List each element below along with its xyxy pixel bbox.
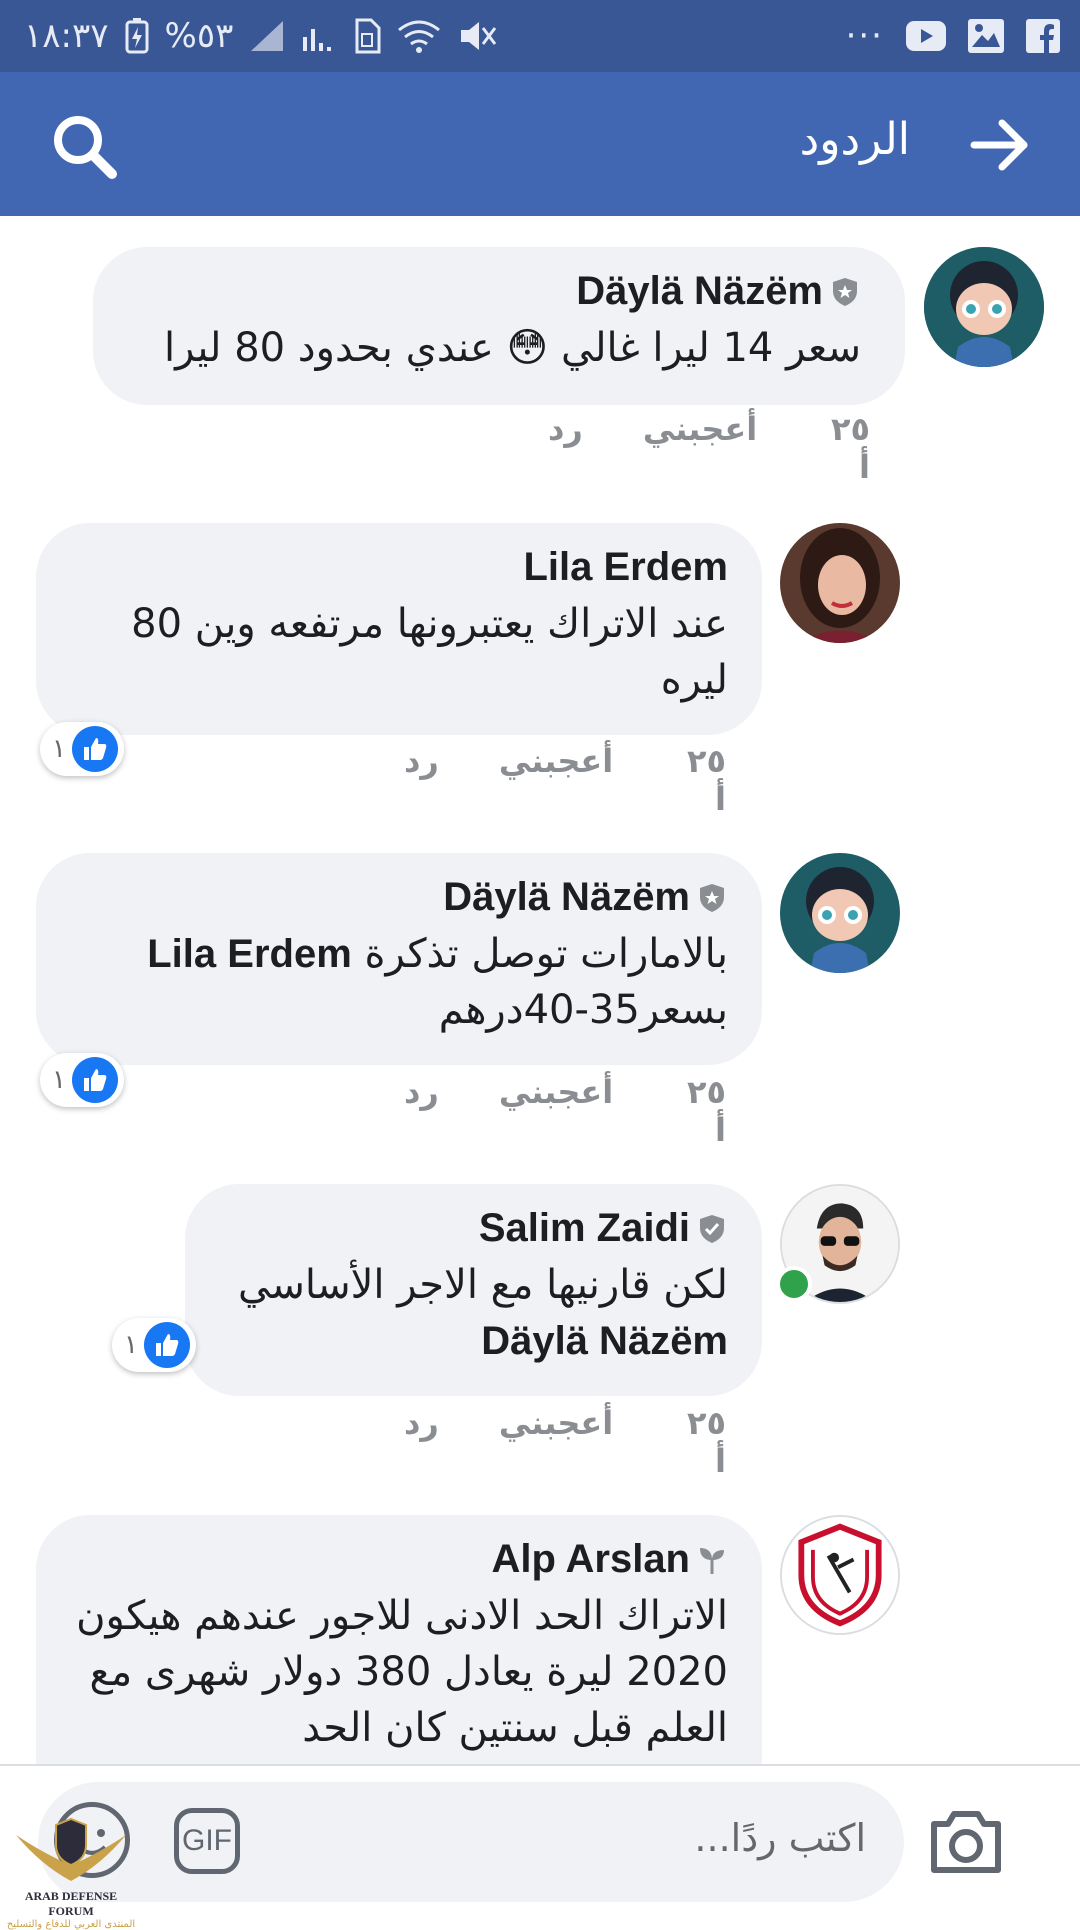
page-title: الردود	[799, 114, 910, 165]
author-name: Alp Arslan	[491, 1537, 690, 1581]
more-dots-icon: ···	[845, 16, 884, 56]
comment-time: ٢٥ أ	[686, 742, 726, 818]
avatar[interactable]	[924, 247, 1044, 367]
battery-percent: %٥٣	[164, 16, 234, 56]
gallery-icon	[968, 19, 1004, 53]
shield-check-icon	[700, 1214, 724, 1243]
forum-watermark: ARAB DEFENSE FORUM المنتدى العربي للدفاع…	[6, 1815, 136, 1930]
comment-author[interactable]: Lila Erdem	[70, 545, 728, 590]
thumbs-up-icon	[71, 1057, 118, 1103]
thumbs-up-icon	[71, 726, 118, 772]
comment-text: سعر 14 ليرا غالي 😳 عندي بحدود 80 ليرا	[164, 325, 861, 371]
author-name: Salim Zaidi	[478, 1206, 690, 1250]
status-left: ١٨:٣٧ %٥٣	[24, 12, 497, 60]
reaction-badge[interactable]: ١	[112, 1318, 196, 1372]
avatar[interactable]	[780, 523, 900, 643]
comment-author[interactable]: Alp Arslan	[70, 1537, 728, 1582]
zamalek-logo-image	[782, 1517, 898, 1633]
sim-icon	[355, 18, 381, 54]
reaction-count: ١	[52, 1065, 66, 1095]
comment-text-line2: بسعر35-40درهم	[438, 987, 728, 1033]
like-link[interactable]: أعجبني	[643, 410, 757, 486]
watermark-text-ar: المنتدى العربي للدفاع والتسليح	[6, 1919, 136, 1930]
avatar[interactable]	[780, 1515, 900, 1635]
comment-actions: ٢٥ أ أعجبني رد	[404, 742, 726, 818]
reply-link[interactable]: رد	[404, 1073, 439, 1149]
status-time: ١٨:٣٧	[24, 16, 109, 56]
status-right: ···	[846, 12, 1060, 60]
comment-actions: ٢٥ أ أعجبني رد	[548, 410, 870, 486]
reply-composer[interactable]: GIF اكتب ردًا...	[38, 1782, 904, 1902]
comment-time: ٢٥ أ	[686, 1073, 726, 1149]
signal-icon	[251, 21, 284, 51]
comment-text: الاتراك الحد الادنى للاجور عندهم هيكون 2…	[76, 1593, 728, 1751]
comment-author[interactable]: Salim Zaidi	[219, 1206, 728, 1251]
reply-input-placeholder[interactable]: اكتب ردًا...	[694, 1816, 866, 1860]
avatar-doll-image	[780, 853, 900, 973]
mute-icon	[461, 22, 497, 50]
forum-logo-emblem	[16, 1817, 126, 1881]
back-arrow-icon[interactable]	[970, 118, 1030, 172]
comment-text: عند الاتراك يعتبرونها مرتفعه وين 80 ليره	[131, 601, 728, 703]
author-name: Lila Erdem	[523, 545, 728, 589]
reply-link[interactable]: رد	[404, 1404, 439, 1480]
wifi-icon	[398, 20, 441, 53]
shield-star-icon	[700, 883, 724, 912]
comment-text: لكن قارنيها مع الاجر الأساسي Däylä Näzëm	[219, 1257, 728, 1369]
top-toolbar: الردود	[0, 72, 1080, 216]
comment-time: ٢٥ أ	[830, 410, 870, 486]
status-bar: ١٨:٣٧ %٥٣ ···	[0, 0, 1080, 72]
like-link[interactable]: أعجبني	[499, 1073, 613, 1149]
comment-author[interactable]: Däylä Näzëm	[137, 269, 861, 314]
reaction-badge[interactable]: ١	[40, 1053, 124, 1107]
comment-time: ٢٥ أ	[686, 1404, 726, 1480]
author-name: Däylä Näzëm	[576, 269, 823, 313]
reply-link[interactable]: رد	[404, 742, 439, 818]
watermark-text: ARAB DEFENSE FORUM	[24, 1889, 118, 1918]
signal-bars-icon	[303, 29, 332, 51]
search-icon[interactable]	[50, 112, 120, 182]
avatar-woman-image	[780, 523, 900, 643]
comment-bubble[interactable]: Däylä Näzëm سعر 14 ليرا غالي 😳 عندي بحدو…	[93, 247, 905, 405]
comment-text: بالامارات توصل تذكرة Lila Erdem بسعر35-4…	[70, 926, 728, 1038]
avatar[interactable]	[780, 853, 900, 973]
comment-author[interactable]: Däylä Näzëm	[70, 875, 728, 920]
like-link[interactable]: أعجبني	[499, 1404, 613, 1480]
shield-star-icon	[833, 277, 857, 306]
reaction-badge[interactable]: ١	[40, 722, 124, 776]
comment-actions: ٢٥ أ أعجبني رد	[404, 1404, 726, 1480]
mention-link[interactable]: Lila Erdem	[147, 932, 352, 976]
reaction-count: ١	[52, 734, 66, 764]
battery-icon	[125, 18, 149, 54]
author-name: Däylä Näzëm	[443, 875, 690, 919]
comment-bubble[interactable]: Däylä Näzëm بالامارات توصل تذكرة Lila Er…	[36, 853, 762, 1065]
sprout-icon	[700, 1547, 724, 1574]
comment-actions: ٢٥ أ أعجبني رد	[404, 1073, 726, 1149]
comment-bubble[interactable]: Lila Erdem عند الاتراك يعتبرونها مرتفعه …	[36, 523, 762, 735]
avatar-doll-image	[924, 247, 1044, 367]
facebook-icon	[1026, 19, 1060, 53]
comment-text-main: بالامارات توصل تذكرة	[364, 931, 728, 977]
mention-link[interactable]: Däylä Näzëm	[481, 1319, 728, 1363]
gif-button[interactable]: GIF	[174, 1808, 240, 1874]
like-link[interactable]: أعجبني	[499, 742, 613, 818]
reaction-count: ١	[124, 1330, 138, 1360]
youtube-icon	[906, 21, 946, 51]
camera-icon[interactable]	[928, 1806, 1004, 1876]
comment-bubble[interactable]: Salim Zaidi لكن قارنيها مع الاجر الأساسي…	[185, 1184, 762, 1396]
comment-text-main: لكن قارنيها مع الاجر الأساسي	[238, 1262, 728, 1308]
online-indicator	[776, 1266, 812, 1302]
thumbs-up-icon	[143, 1322, 190, 1368]
composer-divider	[0, 1764, 1080, 1766]
reply-link[interactable]: رد	[548, 410, 583, 486]
